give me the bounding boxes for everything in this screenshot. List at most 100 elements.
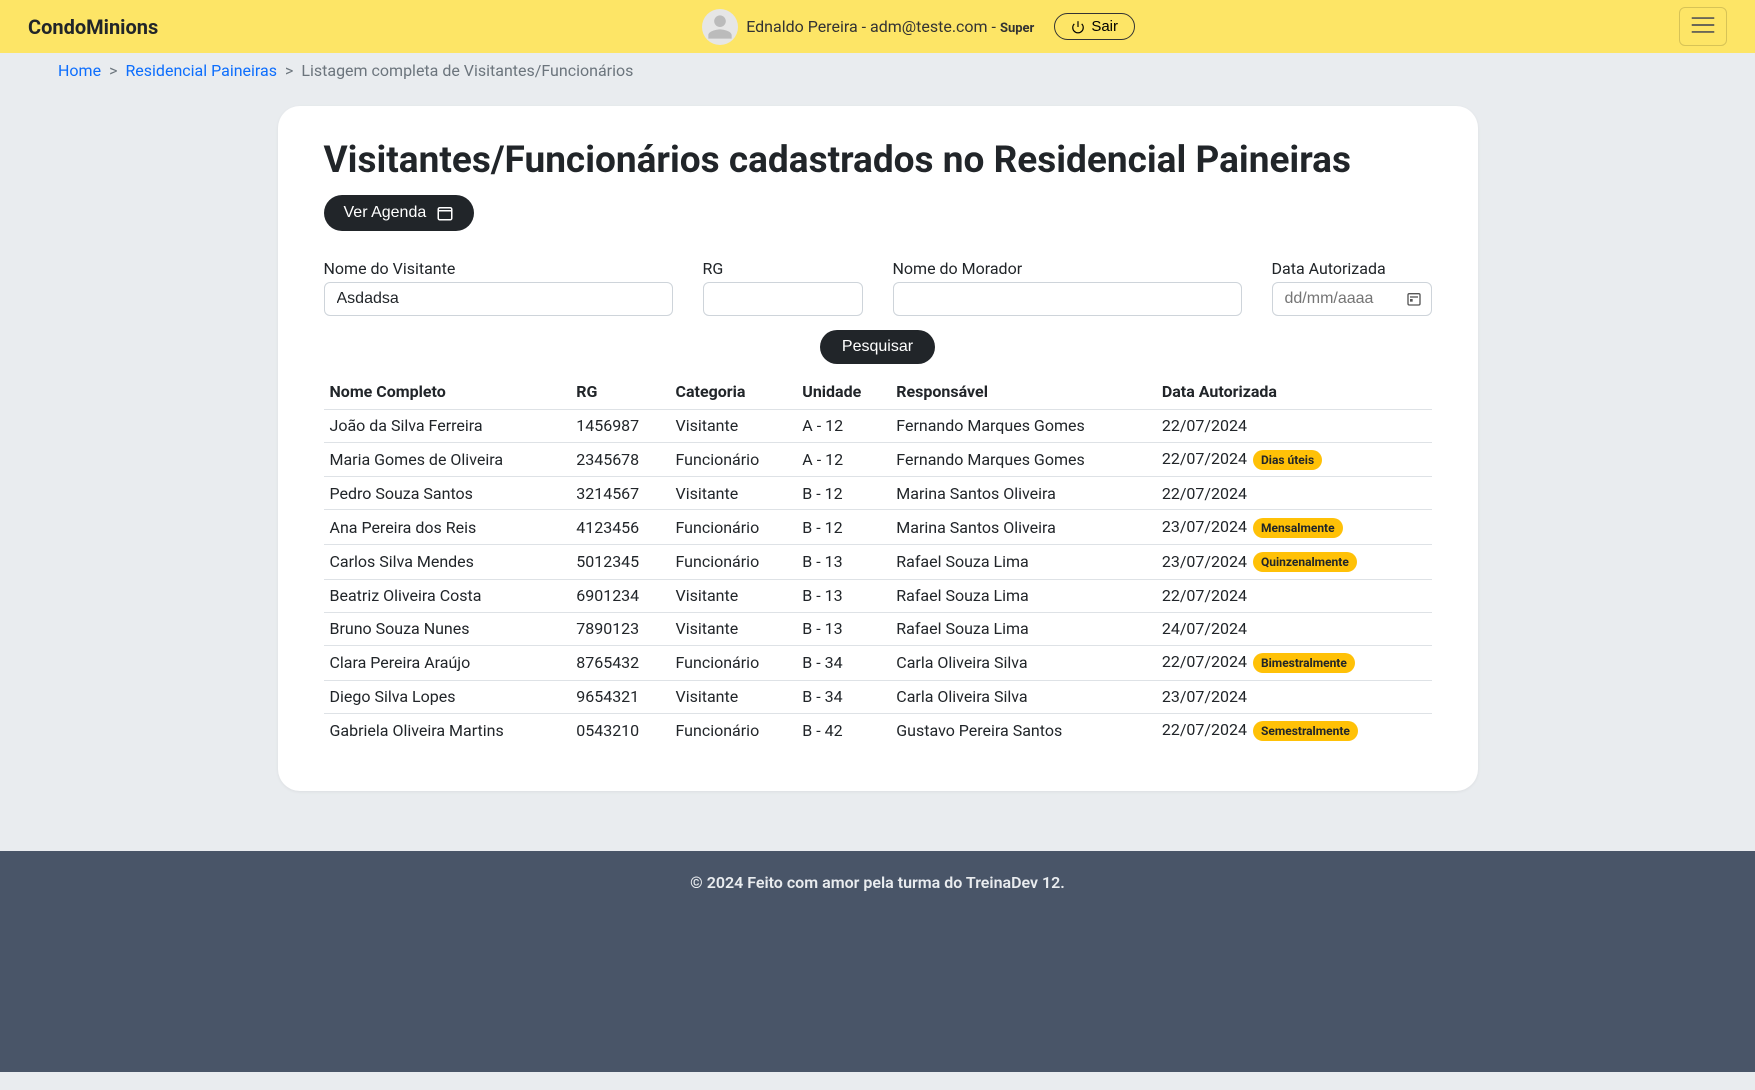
cell-name: Beatriz Oliveira Costa	[324, 579, 571, 612]
brand-logo[interactable]: CondoMinions	[28, 15, 158, 39]
navbar: CondoMinions Ednaldo Pereira - adm@teste…	[0, 0, 1755, 53]
cell-rg: 0543210	[570, 713, 669, 747]
date-value: 22/07/2024	[1162, 720, 1247, 739]
cell-category: Visitante	[670, 680, 797, 713]
cell-date: 22/07/2024Bimestralmente	[1156, 645, 1432, 680]
cell-unit: B - 13	[796, 545, 890, 580]
breadcrumb-home[interactable]: Home	[58, 61, 101, 80]
cell-rg: 3214567	[570, 477, 669, 510]
rg-label: RG	[703, 259, 863, 278]
th-category: Categoria	[670, 374, 797, 410]
cell-date: 22/07/2024 Semestralmente	[1156, 713, 1432, 747]
cell-unit: B - 34	[796, 680, 890, 713]
hamburger-menu-button[interactable]	[1679, 7, 1727, 46]
visitor-name-group: Nome do Visitante	[324, 259, 673, 316]
resident-name-group: Nome do Morador	[893, 259, 1242, 316]
table-row: João da Silva Ferreira1456987VisitanteA …	[324, 409, 1432, 442]
cell-responsible: Carla Oliveira Silva	[890, 680, 1156, 713]
cell-name: Ana Pereira dos Reis	[324, 510, 571, 545]
cell-responsible: Fernando Marques Gomes	[890, 409, 1156, 442]
cell-category: Visitante	[670, 612, 797, 645]
cell-name: João da Silva Ferreira	[324, 409, 571, 442]
cell-unit: A - 12	[796, 409, 890, 442]
date-input[interactable]	[1272, 282, 1432, 316]
table-row: Ana Pereira dos Reis4123456FuncionárioB …	[324, 510, 1432, 545]
user-display: Ednaldo Pereira - adm@teste.com - Super	[746, 17, 1034, 36]
cell-responsible: Carla Oliveira Silva	[890, 645, 1156, 680]
user-name-email: Ednaldo Pereira - adm@teste.com	[746, 17, 987, 36]
table-row: Beatriz Oliveira Costa6901234VisitanteB …	[324, 579, 1432, 612]
cell-name: Diego Silva Lopes	[324, 680, 571, 713]
search-button-row: Pesquisar	[324, 330, 1432, 364]
table-row: Diego Silva Lopes9654321VisitanteB - 34C…	[324, 680, 1432, 713]
calendar-icon	[436, 204, 454, 222]
main-container: Visitantes/Funcionários cadastrados no R…	[278, 106, 1478, 791]
cell-responsible: Marina Santos Oliveira	[890, 510, 1156, 545]
visitor-name-label: Nome do Visitante	[324, 259, 673, 278]
visitors-table: Nome Completo RG Categoria Unidade Respo…	[324, 374, 1432, 748]
breadcrumb-current: Listagem completa de Visitantes/Funcioná…	[301, 61, 633, 80]
date-group: Data Autorizada	[1272, 259, 1432, 316]
cell-category: Funcionário	[670, 510, 797, 545]
footer: © 2024 Feito com amor pela turma do Trei…	[0, 851, 1755, 1072]
cell-date: 23/07/2024 Quinzenalmente	[1156, 545, 1432, 580]
cell-rg: 4123456	[570, 510, 669, 545]
hamburger-icon	[1690, 14, 1716, 36]
date-value: 23/07/2024	[1162, 552, 1247, 571]
table-row: Maria Gomes de Oliveira2345678Funcionári…	[324, 442, 1432, 477]
table-row: Bruno Souza Nunes7890123VisitanteB - 13R…	[324, 612, 1432, 645]
cell-name: Gabriela Oliveira Martins	[324, 713, 571, 747]
cell-responsible: Rafael Souza Lima	[890, 579, 1156, 612]
recurrence-badge: Bimestralmente	[1253, 653, 1355, 673]
cell-date: 22/07/2024	[1156, 579, 1432, 612]
breadcrumb-bar: Home > Residencial Paineiras > Listagem …	[0, 53, 1755, 88]
breadcrumb-condo[interactable]: Residencial Paineiras	[125, 61, 277, 80]
power-icon	[1071, 20, 1085, 34]
cell-date: 23/07/2024	[1156, 680, 1432, 713]
footer-text: © 2024 Feito com amor pela turma do Trei…	[690, 873, 1065, 892]
cell-category: Funcionário	[670, 545, 797, 580]
cell-date: 23/07/2024Mensalmente	[1156, 510, 1432, 545]
cell-category: Funcionário	[670, 713, 797, 747]
cell-rg: 2345678	[570, 442, 669, 477]
nav-user-block: Ednaldo Pereira - adm@teste.com - Super …	[702, 9, 1135, 45]
cell-category: Visitante	[670, 477, 797, 510]
cell-rg: 6901234	[570, 579, 669, 612]
logout-button[interactable]: Sair	[1054, 13, 1135, 40]
rg-input[interactable]	[703, 282, 863, 316]
logout-label: Sair	[1091, 18, 1118, 35]
avatar	[702, 9, 738, 45]
cell-name: Bruno Souza Nunes	[324, 612, 571, 645]
date-value: 22/07/2024	[1162, 586, 1247, 605]
filter-form: Nome do Visitante RG Nome do Morador Dat…	[324, 259, 1432, 316]
view-agenda-button[interactable]: Ver Agenda	[324, 195, 475, 231]
view-agenda-label: Ver Agenda	[344, 204, 427, 222]
cell-date: 22/07/2024	[1156, 409, 1432, 442]
cell-category: Visitante	[670, 579, 797, 612]
cell-date: 24/07/2024	[1156, 612, 1432, 645]
role-separator: -	[988, 17, 1000, 36]
recurrence-badge: Quinzenalmente	[1253, 552, 1357, 572]
recurrence-badge: Semestralmente	[1253, 721, 1358, 741]
cell-responsible: Gustavo Pereira Santos	[890, 713, 1156, 747]
main-card: Visitantes/Funcionários cadastrados no R…	[278, 106, 1478, 791]
cell-unit: B - 13	[796, 612, 890, 645]
th-rg: RG	[570, 374, 669, 410]
cell-unit: B - 12	[796, 477, 890, 510]
resident-name-input[interactable]	[893, 282, 1242, 316]
cell-rg: 5012345	[570, 545, 669, 580]
cell-name: Maria Gomes de Oliveira	[324, 442, 571, 477]
breadcrumb-separator: >	[285, 61, 293, 80]
th-date: Data Autorizada	[1156, 374, 1432, 410]
cell-name: Carlos Silva Mendes	[324, 545, 571, 580]
cell-unit: B - 13	[796, 579, 890, 612]
date-value: 23/07/2024	[1162, 517, 1247, 536]
visitor-name-input[interactable]	[324, 282, 673, 316]
search-button[interactable]: Pesquisar	[820, 330, 935, 364]
cell-rg: 7890123	[570, 612, 669, 645]
date-value: 22/07/2024	[1162, 416, 1247, 435]
cell-category: Funcionário	[670, 442, 797, 477]
cell-name: Clara Pereira Araújo	[324, 645, 571, 680]
cell-rg: 8765432	[570, 645, 669, 680]
user-role: Super	[1000, 21, 1034, 36]
